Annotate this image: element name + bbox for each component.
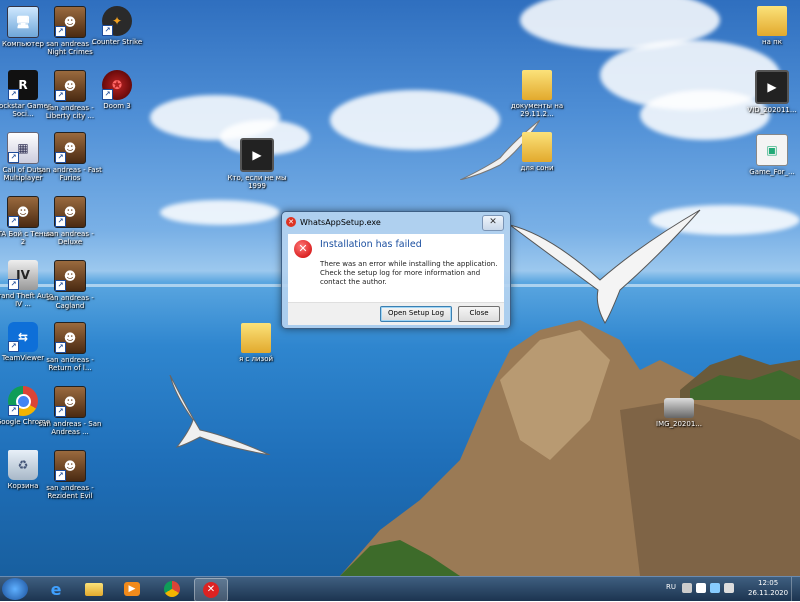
- action-center-icon[interactable]: [696, 583, 706, 593]
- language-indicator[interactable]: RU: [666, 583, 676, 591]
- gta-character-icon: ☻ ↗: [54, 450, 86, 482]
- desktop-icon-folder-liza[interactable]: я с лизой: [224, 323, 288, 363]
- gta-character-icon: ☻ ↗: [54, 196, 86, 228]
- start-button[interactable]: [2, 578, 28, 600]
- error-icon: ✕: [203, 582, 219, 598]
- desktop-icon-sa-return[interactable]: ☻ ↗ san andreas - Return of l...: [38, 322, 102, 372]
- dialog-body: ✕ Installation has failed There was an e…: [288, 234, 504, 302]
- desktop-icon-sa-fast-furios[interactable]: ☻ ↗ san andreas - Fast Furios: [38, 132, 102, 182]
- dialog-title: WhatsAppSetup.exe: [300, 217, 381, 227]
- taskbar-chrome[interactable]: [156, 578, 188, 600]
- dialog-message: There was an error while installing the …: [320, 260, 498, 286]
- chrome-icon: [164, 581, 180, 597]
- tray-expand-icon[interactable]: [682, 583, 692, 593]
- gta-character-icon: ☻ ↗: [7, 196, 39, 228]
- dialog-heading: Installation has failed: [320, 239, 422, 250]
- image-file-icon: [664, 398, 694, 418]
- taskbar-media-player[interactable]: ▶: [116, 578, 148, 600]
- clock-time[interactable]: 12:05: [758, 579, 778, 587]
- taskbar-ie[interactable]: e: [40, 578, 72, 600]
- chrome-icon: ↗: [8, 386, 38, 416]
- image-file-icon: ▣: [756, 134, 788, 166]
- desktop-icon-img[interactable]: IMG_20201...: [647, 398, 711, 428]
- recycle-bin-icon: ♻: [8, 450, 38, 480]
- desktop-icon-folder-docs[interactable]: документы на 29.11.2...: [505, 70, 569, 118]
- dialog-close-icon[interactable]: ✕: [482, 215, 504, 231]
- video-file-icon: ▶: [755, 70, 789, 104]
- desktop-icon-doom3[interactable]: ✪ ↗ Doom 3: [85, 70, 149, 110]
- desktop-icon-folder-pc[interactable]: на пк: [740, 6, 800, 46]
- document-icon: ▦ ↗: [7, 132, 39, 164]
- teamviewer-icon: ⇆ ↗: [8, 322, 38, 352]
- open-setup-log-button[interactable]: Open Setup Log: [380, 306, 452, 322]
- rockstar-icon: R ↗: [8, 70, 38, 100]
- gta-character-icon: ☻ ↗: [54, 322, 86, 354]
- gta-character-icon: ☻ ↗: [54, 386, 86, 418]
- gta-iv-icon: IV ↗: [8, 260, 38, 290]
- media-player-icon: ▶: [124, 582, 140, 596]
- counter-strike-icon: ✦ ↗: [102, 6, 132, 36]
- desktop-icon-sa-san-andreas[interactable]: ☻ ↗ san andreas - San Andreas ...: [38, 386, 102, 436]
- error-dialog: ✕ WhatsAppSetup.exe ✕ ✕ Installation has…: [281, 211, 511, 329]
- show-desktop-button[interactable]: [791, 577, 800, 601]
- desktop-icon-folder-sony[interactable]: для сони: [505, 132, 569, 172]
- gta-character-icon: ☻ ↗: [54, 70, 86, 102]
- desktop-icon-sa-cagland[interactable]: ☻ ↗ san andreas - Cagland: [38, 260, 102, 310]
- gta-character-icon: ☻ ↗: [54, 260, 86, 292]
- desktop-icon-video-1999[interactable]: ▶ Кто, если не мы 1999: [225, 138, 289, 190]
- taskbar: e ▶ ✕ RU 12:05 26.11.2020: [0, 576, 800, 602]
- desktop-icon-counter-strike[interactable]: ✦ ↗ Counter Strike: [85, 6, 149, 46]
- internet-explorer-icon: e: [50, 579, 62, 599]
- error-icon: ✕: [294, 240, 312, 258]
- clock-date[interactable]: 26.11.2020: [748, 589, 788, 597]
- desktop-icon-sa-deluxe[interactable]: ☻ ↗ san andreas - Deluxe: [38, 196, 102, 246]
- taskbar-whatsapp-setup[interactable]: ✕: [194, 578, 228, 602]
- folder-icon: [241, 323, 271, 353]
- error-icon: ✕: [286, 217, 296, 227]
- network-icon[interactable]: [710, 583, 720, 593]
- dialog-footer: Open Setup Log Close: [288, 302, 504, 325]
- doom-icon: ✪ ↗: [102, 70, 132, 100]
- gta-character-icon: ☻ ↗: [54, 6, 86, 38]
- computer-icon: 🖥: [7, 6, 39, 38]
- desktop-icon-sa-rezident-evil[interactable]: ☻ ↗ san andreas - Rezident Evil: [38, 450, 102, 500]
- gta-character-icon: ☻ ↗: [54, 132, 86, 164]
- close-button[interactable]: Close: [458, 306, 500, 322]
- folder-icon: [522, 132, 552, 162]
- folder-icon: [85, 582, 103, 596]
- folder-icon: [757, 6, 787, 36]
- desktop-icon-vid[interactable]: ▶ VID_202011...: [740, 70, 800, 114]
- dialog-titlebar[interactable]: ✕ WhatsAppSetup.exe: [282, 212, 510, 232]
- seagull-image: [510, 209, 701, 324]
- taskbar-explorer[interactable]: [78, 578, 110, 600]
- desktop-icon-game-for[interactable]: ▣ Game_For_...: [740, 134, 800, 176]
- folder-icon: [522, 70, 552, 100]
- volume-icon[interactable]: [724, 583, 734, 593]
- video-file-icon: ▶: [240, 138, 274, 172]
